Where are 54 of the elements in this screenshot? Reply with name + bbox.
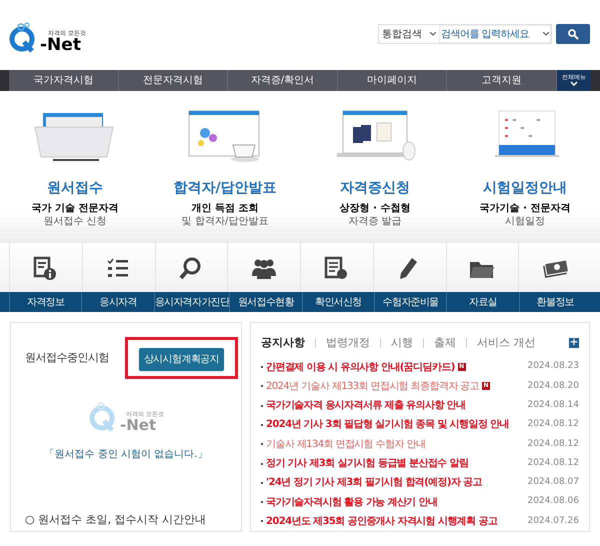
notice-tab[interactable]: 시행 xyxy=(391,335,413,352)
notice-tab[interactable]: 출제 xyxy=(434,335,456,352)
notice-link[interactable]: '24년 정기 기사 제3회 필기시험 합격(예정)자 공고 xyxy=(266,475,482,490)
feature-title[interactable]: 시험일정안내 xyxy=(483,181,567,195)
notice-link[interactable]: 간편결제 이용 시 유의사항 안내(꿈디딤카드) xyxy=(266,360,455,375)
quick-link[interactable]: 수험자준비물 xyxy=(374,292,446,312)
feature-subtitle: 상장형 · 수첩형 xyxy=(340,203,410,216)
quick-link[interactable]: 원서접수현황 xyxy=(229,292,302,312)
quick-link[interactable]: 환불정보 xyxy=(518,292,592,312)
notice-date: 2024.08.23 xyxy=(527,360,579,374)
search-icon xyxy=(568,28,578,40)
panel-title: 원서접수중인시험 xyxy=(25,350,109,366)
quick-link[interactable]: 자료실 xyxy=(446,292,519,312)
feature-description: 및 합격자/답안발표 xyxy=(182,216,268,228)
quick-link[interactable]: 확인서신청 xyxy=(302,292,374,312)
more-button[interactable]: + xyxy=(569,338,579,348)
feature-subtitle: 국가 기술 전문자격 xyxy=(32,203,118,216)
chevron-down-icon xyxy=(570,81,578,86)
notice-tab[interactable]: 법령개정 xyxy=(326,335,370,352)
guide-heading: ○ 원서접수 초일, 접수시작 시간안내 xyxy=(25,512,208,528)
notice-link[interactable]: 정기 기사 제3회 실기시험 등급별 분산접수 알림 xyxy=(266,456,468,472)
notice-tab[interactable]: 서비스 개선 xyxy=(477,335,536,352)
notice-date: 2024.08.06 xyxy=(527,495,579,508)
nav-item[interactable]: 마이페이지 xyxy=(338,70,448,91)
nav-item[interactable]: 자격증/확인서 xyxy=(228,70,338,91)
nav-item[interactable]: 전문자격시험 xyxy=(118,70,228,91)
notice-date: 2024.08.12 xyxy=(527,456,579,470)
notice-date: 2024.08.14 xyxy=(527,398,579,412)
feature-title[interactable]: 합격자/답안발표 xyxy=(173,181,277,195)
notice-link[interactable]: 2024년도 제35회 공인중개사 자격시험 시행계획 공고 xyxy=(266,514,498,529)
notice-link[interactable]: 국가기술자격 응시자격서류 제출 유의사항 안내 xyxy=(266,398,466,414)
notice-date: 2024.08.07 xyxy=(527,476,579,490)
feature-description: 자격증 발급 xyxy=(348,216,402,228)
plan-notice-button[interactable]: 상시시험계획공지 xyxy=(138,348,224,371)
quick-link[interactable]: 응시자격자가진단 xyxy=(154,292,230,312)
feature-title[interactable]: 원서접수 xyxy=(47,181,103,195)
quick-link[interactable]: 응시자격 xyxy=(81,292,154,312)
notice-date: 2024.08.12 xyxy=(527,418,579,432)
notice-date: 2024.08.12 xyxy=(527,438,579,451)
empty-message: 「원서접수 중인 시험이 없습니다.」 xyxy=(44,448,208,462)
notice-date: 2024.07.26 xyxy=(527,514,579,528)
notice-link[interactable]: 2024년 기사 3회 필답형 실기시험 종목 및 시행일정 안내 xyxy=(266,417,509,432)
quick-link[interactable]: 자격정보 xyxy=(9,292,82,312)
nav-item[interactable]: 고객지원 xyxy=(447,70,557,91)
notice-tab[interactable]: 공지사항 xyxy=(261,335,305,352)
feature-subtitle: 개인 득점 조회 xyxy=(192,203,258,216)
feature-subtitle: 국가기술 · 전문자격 xyxy=(480,203,570,216)
nav-item[interactable]: 국가자격시험 xyxy=(9,70,119,91)
notice-link[interactable]: 국가기술자격시험 활용 가능 계산기 안내 xyxy=(266,494,438,510)
feature-description: 원서접수 신청 xyxy=(43,216,107,228)
feature-description: 시험일정 xyxy=(505,216,545,228)
search-button[interactable] xyxy=(556,24,590,44)
notice-date: 2024.08.20 xyxy=(527,380,579,393)
feature-title[interactable]: 자격증신청 xyxy=(340,181,410,195)
